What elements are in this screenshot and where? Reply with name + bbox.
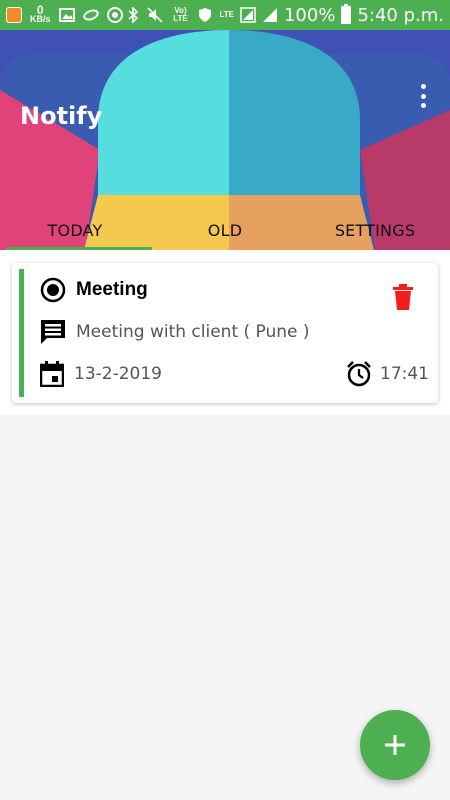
app-title: Notify bbox=[20, 102, 103, 130]
notes-list: Meeting Meeting with client ( Pune ) 13-… bbox=[0, 250, 450, 415]
link-icon bbox=[82, 9, 99, 21]
shield-icon bbox=[199, 8, 212, 22]
app-header: Notify TODAY OLD SETTINGS bbox=[0, 30, 450, 250]
mute-icon bbox=[147, 7, 164, 23]
card-accent-bar bbox=[19, 269, 24, 397]
add-icon bbox=[385, 735, 405, 755]
note-date: 13-2-2019 bbox=[74, 364, 162, 384]
delete-icon[interactable] bbox=[390, 283, 416, 311]
app-notification-icon bbox=[6, 7, 22, 23]
note-title: Meeting bbox=[76, 279, 148, 300]
volte-label: Vo) LTE bbox=[173, 6, 188, 23]
signal-sim2-icon bbox=[262, 8, 277, 22]
signal-sim1-icon bbox=[240, 7, 256, 23]
clock: 5:40 p.m. bbox=[357, 4, 444, 26]
alarm-icon bbox=[347, 361, 371, 387]
lte-label: LTE bbox=[219, 10, 234, 19]
tab-today[interactable]: TODAY bbox=[0, 221, 150, 240]
radio-selected-icon[interactable] bbox=[40, 277, 66, 303]
tab-old[interactable]: OLD bbox=[150, 221, 300, 240]
image-icon bbox=[58, 8, 75, 22]
note-time: 17:41 bbox=[380, 364, 429, 384]
battery-icon bbox=[341, 4, 352, 24]
status-bar: 0 KB/s Vo) LTE LTE 100% 5:40 p.m. bbox=[0, 0, 450, 30]
note-description: Meeting with client ( Pune ) bbox=[76, 322, 310, 342]
more-vert-icon[interactable] bbox=[416, 84, 430, 108]
chrome-icon bbox=[106, 7, 123, 23]
add-button[interactable] bbox=[360, 710, 430, 780]
battery-percent: 100% bbox=[283, 4, 336, 26]
tab-settings[interactable]: SETTINGS bbox=[300, 221, 450, 240]
network-speed: 0 KB/s bbox=[30, 3, 51, 24]
calendar-icon bbox=[40, 361, 64, 387]
note-card[interactable]: Meeting Meeting with client ( Pune ) 13-… bbox=[12, 263, 438, 403]
bluetooth-icon bbox=[128, 7, 139, 23]
message-icon bbox=[41, 320, 65, 344]
tab-bar: TODAY OLD SETTINGS bbox=[0, 210, 450, 250]
